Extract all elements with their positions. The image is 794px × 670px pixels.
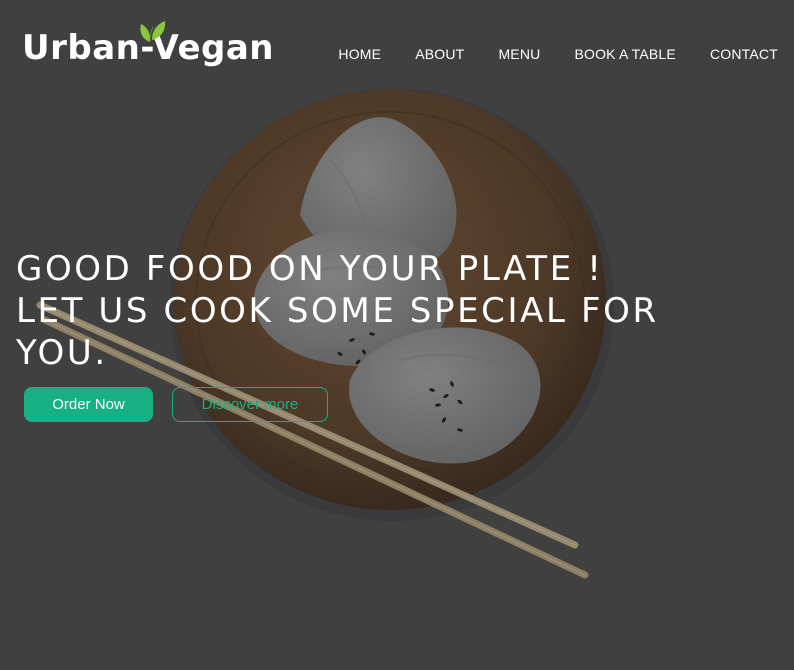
- nav-item-about[interactable]: ABOUT: [415, 46, 464, 62]
- discover-more-button[interactable]: Discover more: [172, 387, 328, 422]
- nav-item-book-a-table[interactable]: BOOK A TABLE: [574, 46, 676, 62]
- main-navigation: HOME ABOUT MENU BOOK A TABLE CONTACT: [338, 46, 778, 62]
- brand-logo[interactable]: Urban-Vegan: [22, 21, 274, 68]
- hero-headline-line-2: LET US COOK SOME SPECIAL FOR: [16, 291, 659, 331]
- hero-headline: GOOD FOOD ON YOUR PLATE ! LET US COOK SO…: [16, 248, 756, 374]
- nav-item-menu[interactable]: MENU: [498, 46, 540, 62]
- hero-headline-line-3: YOU.: [16, 333, 108, 373]
- leaf-icon: [140, 21, 166, 43]
- hero-headline-line-1: GOOD FOOD ON YOUR PLATE !: [16, 249, 604, 289]
- order-now-button[interactable]: Order Now: [24, 387, 153, 422]
- nav-item-home[interactable]: HOME: [338, 46, 381, 62]
- nav-item-contact[interactable]: CONTACT: [710, 46, 778, 62]
